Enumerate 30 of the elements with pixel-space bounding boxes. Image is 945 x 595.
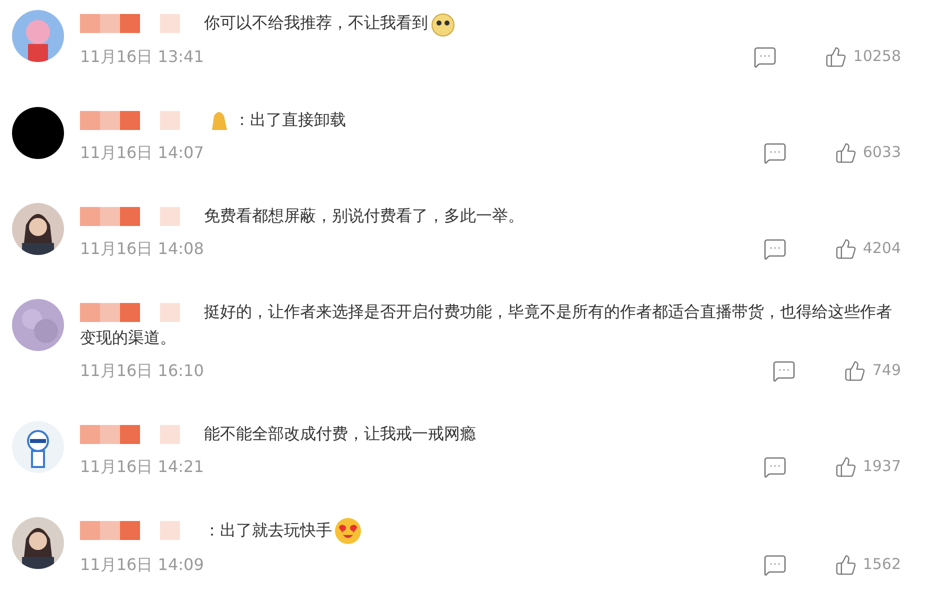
comment-text: 你可以不给我推荐，不让我看到 [80, 10, 901, 37]
comment-text: 挺好的，让作者来选择是否开启付费功能，毕竟不是所有的作者都适合直播带货，也得给这些作者变现的渠道。 [80, 300, 893, 349]
reply-icon[interactable] [762, 140, 787, 165]
comment-time: 11月16日 13:41 [80, 46, 204, 68]
like-button[interactable]: 10258 [825, 45, 901, 68]
thumbs-up-icon [834, 142, 857, 164]
comment-time: 11月16日 16:10 [80, 360, 204, 382]
comment-text: 免费看都想屏蔽，别说付费看了，多此一举。 [80, 202, 901, 229]
like-button[interactable]: 749 [844, 359, 901, 382]
reply-icon[interactable] [762, 552, 787, 577]
comment-time: 11月16日 14:07 [80, 142, 204, 164]
reply-icon[interactable] [762, 236, 787, 261]
like-button[interactable]: 6033 [834, 141, 901, 164]
thumbs-up-icon [834, 554, 857, 576]
comment-time: 11月16日 14:08 [80, 238, 204, 260]
comment-text: ：出了就去玩快手 [80, 516, 901, 545]
comment-text: 能不能全部改成付费，让我戒一戒网瘾 [80, 420, 901, 447]
like-button[interactable]: 1562 [834, 553, 901, 576]
thumbs-up-icon [834, 456, 857, 478]
comment-text: ：出了直接卸载 [80, 106, 901, 133]
comment-time: 11月16日 14:09 [80, 554, 204, 576]
comment-time: 11月16日 14:21 [80, 456, 204, 478]
reply-icon[interactable] [753, 44, 778, 69]
thumbs-up-icon [844, 360, 866, 382]
reply-icon[interactable] [762, 454, 787, 479]
reply-icon[interactable] [772, 358, 796, 383]
like-button[interactable]: 4204 [834, 237, 901, 260]
thumbs-up-icon [825, 46, 848, 68]
like-button[interactable]: 1937 [834, 455, 901, 478]
thumbs-up-icon [834, 238, 857, 260]
